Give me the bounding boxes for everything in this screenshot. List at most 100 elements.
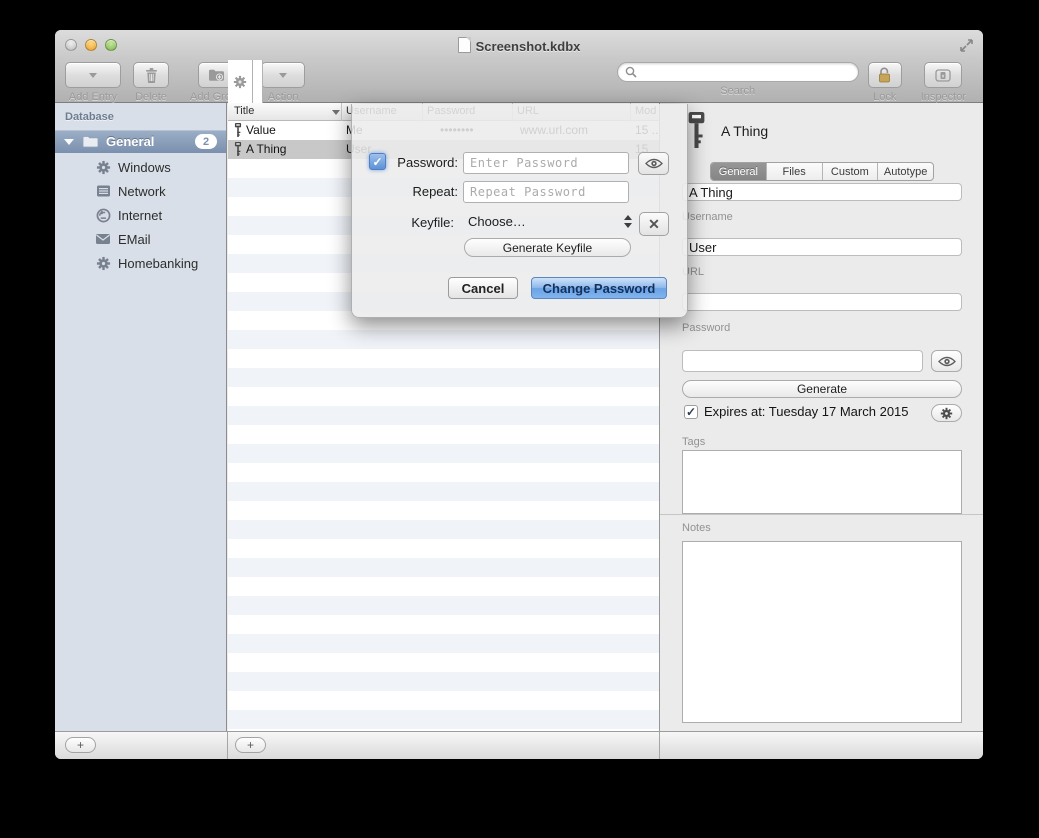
generate-button[interactable]: Generate: [682, 380, 962, 398]
expires-label: Expires at: Tuesday 17 March 2015: [704, 404, 909, 419]
change-password-button[interactable]: Change Password: [531, 277, 667, 299]
cell-title: A Thing: [246, 142, 286, 156]
eye-icon: [645, 158, 663, 169]
delete-label: Delete: [135, 91, 167, 103]
sidebar-section-header: Database: [65, 111, 114, 123]
search-label: Search: [720, 85, 755, 97]
toolbar-item-lock: Lock: [868, 62, 902, 103]
sidebar-item-network[interactable]: Network: [55, 179, 226, 203]
action-button[interactable]: [261, 62, 305, 88]
keyfile-popup[interactable]: Choose…: [468, 214, 526, 229]
username-field[interactable]: [682, 238, 962, 256]
envelope-icon: [95, 231, 111, 247]
delete-button[interactable]: [133, 62, 169, 88]
password-field[interactable]: [682, 350, 923, 372]
expires-row: ✓ Expires at: Tuesday 17 March 2015: [684, 404, 909, 419]
expires-options-button[interactable]: [931, 404, 962, 422]
folder-icon: [82, 135, 99, 148]
tab-general[interactable]: General: [711, 163, 766, 180]
server-icon: [95, 183, 111, 199]
password-label: Password:: [368, 155, 458, 170]
inspector-panel: A Thing General Files Custom Autotype Us…: [659, 103, 983, 731]
inspector-entry-title: A Thing: [721, 123, 768, 139]
inspector-label: Inspector: [921, 91, 966, 103]
sidebar-group-label: General: [106, 134, 154, 149]
tags-label: Tags: [682, 436, 705, 448]
column-header-title[interactable]: Title: [234, 105, 254, 117]
lock-button[interactable]: [868, 62, 902, 88]
tab-files[interactable]: Files: [766, 163, 822, 180]
toolbar-item-action: Action: [261, 62, 305, 103]
title-field[interactable]: [682, 183, 962, 201]
folder-plus-icon: [208, 68, 225, 82]
sidebar-item-label: Network: [118, 184, 166, 199]
sidebar-item-homebanking[interactable]: Homebanking: [55, 251, 226, 275]
lock-label: Lock: [873, 91, 896, 103]
stepper-icon[interactable]: [624, 215, 632, 228]
add-entry-footer-button[interactable]: +: [235, 737, 266, 753]
change-password-sheet: ✓ Password: Repeat: Keyfile: Choose… ✕ G…: [351, 104, 688, 318]
globe-icon: [95, 207, 111, 223]
disclosure-triangle-icon[interactable]: [64, 139, 74, 145]
generate-keyfile-button[interactable]: Generate Keyfile: [464, 238, 631, 257]
window-title: Screenshot.kdbx: [55, 37, 983, 54]
titlebar-toolbar: Screenshot.kdbx Add Entry: [55, 30, 983, 103]
sidebar-item-windows[interactable]: Windows: [55, 155, 226, 179]
toolbar: Add Entry Delete Add Group: [55, 60, 983, 103]
reveal-password-button[interactable]: [638, 152, 669, 175]
sidebar-item-label: Homebanking: [118, 256, 198, 271]
gear-icon: [228, 60, 253, 103]
tab-autotype[interactable]: Autotype: [877, 163, 933, 180]
search-icon: [625, 66, 637, 78]
add-entry-button[interactable]: [65, 62, 121, 88]
sidebar-item-label: Windows: [118, 160, 171, 175]
tags-field[interactable]: [682, 450, 962, 514]
sidebar-group-general[interactable]: General 2: [55, 130, 226, 153]
url-field[interactable]: [682, 293, 962, 311]
cell-title: Value: [246, 123, 276, 137]
sort-descending-icon: [332, 110, 340, 115]
document-icon: [458, 37, 471, 53]
notes-label: Notes: [682, 522, 711, 534]
close-icon: ✕: [648, 216, 660, 233]
sidebar-item-internet[interactable]: Internet: [55, 203, 226, 227]
toolbar-item-inspector: Inspector: [921, 62, 966, 103]
inspector-button[interactable]: [924, 62, 962, 88]
gear-icon: [940, 407, 953, 420]
chevron-down-icon[interactable]: [84, 63, 102, 87]
password-input[interactable]: [463, 152, 629, 174]
gear-icon: [95, 255, 111, 271]
status-bar: + +: [55, 731, 983, 759]
cancel-button[interactable]: Cancel: [448, 277, 518, 299]
action-label: Action: [268, 91, 299, 103]
clear-keyfile-button[interactable]: ✕: [639, 212, 669, 236]
fullscreen-icon[interactable]: [959, 38, 974, 53]
key-icon: [233, 142, 243, 156]
gear-icon: [95, 159, 111, 175]
key-icon: [233, 123, 243, 137]
sidebar-item-label: EMail: [118, 232, 151, 247]
toolbar-item-delete: Delete: [133, 62, 169, 103]
sidebar-item-label: Internet: [118, 208, 162, 223]
search-input[interactable]: [617, 62, 859, 82]
password-label: Password: [682, 322, 730, 334]
tab-custom[interactable]: Custom: [822, 163, 878, 180]
username-label: Username: [682, 211, 733, 223]
toolbar-item-add-entry: Add Entry: [65, 62, 121, 103]
toolbar-item-search: Search: [617, 62, 859, 97]
repeat-label: Repeat:: [368, 184, 458, 199]
info-icon: [935, 69, 951, 82]
chevron-down-icon[interactable]: [275, 63, 291, 87]
repeat-input[interactable]: [463, 181, 629, 203]
add-entry-label: Add Entry: [69, 91, 117, 103]
unlock-icon: [877, 67, 892, 83]
add-group-footer-button[interactable]: +: [65, 737, 96, 753]
notes-field[interactable]: [682, 541, 962, 723]
expires-checkbox[interactable]: ✓: [684, 405, 698, 419]
sidebar-item-email[interactable]: EMail: [55, 227, 226, 251]
sidebar-group-badge: 2: [195, 134, 217, 149]
reveal-password-button[interactable]: [931, 350, 962, 372]
inspector-tabs: General Files Custom Autotype: [710, 162, 934, 181]
app-window: Screenshot.kdbx Add Entry: [55, 30, 983, 759]
eye-icon: [938, 356, 956, 367]
